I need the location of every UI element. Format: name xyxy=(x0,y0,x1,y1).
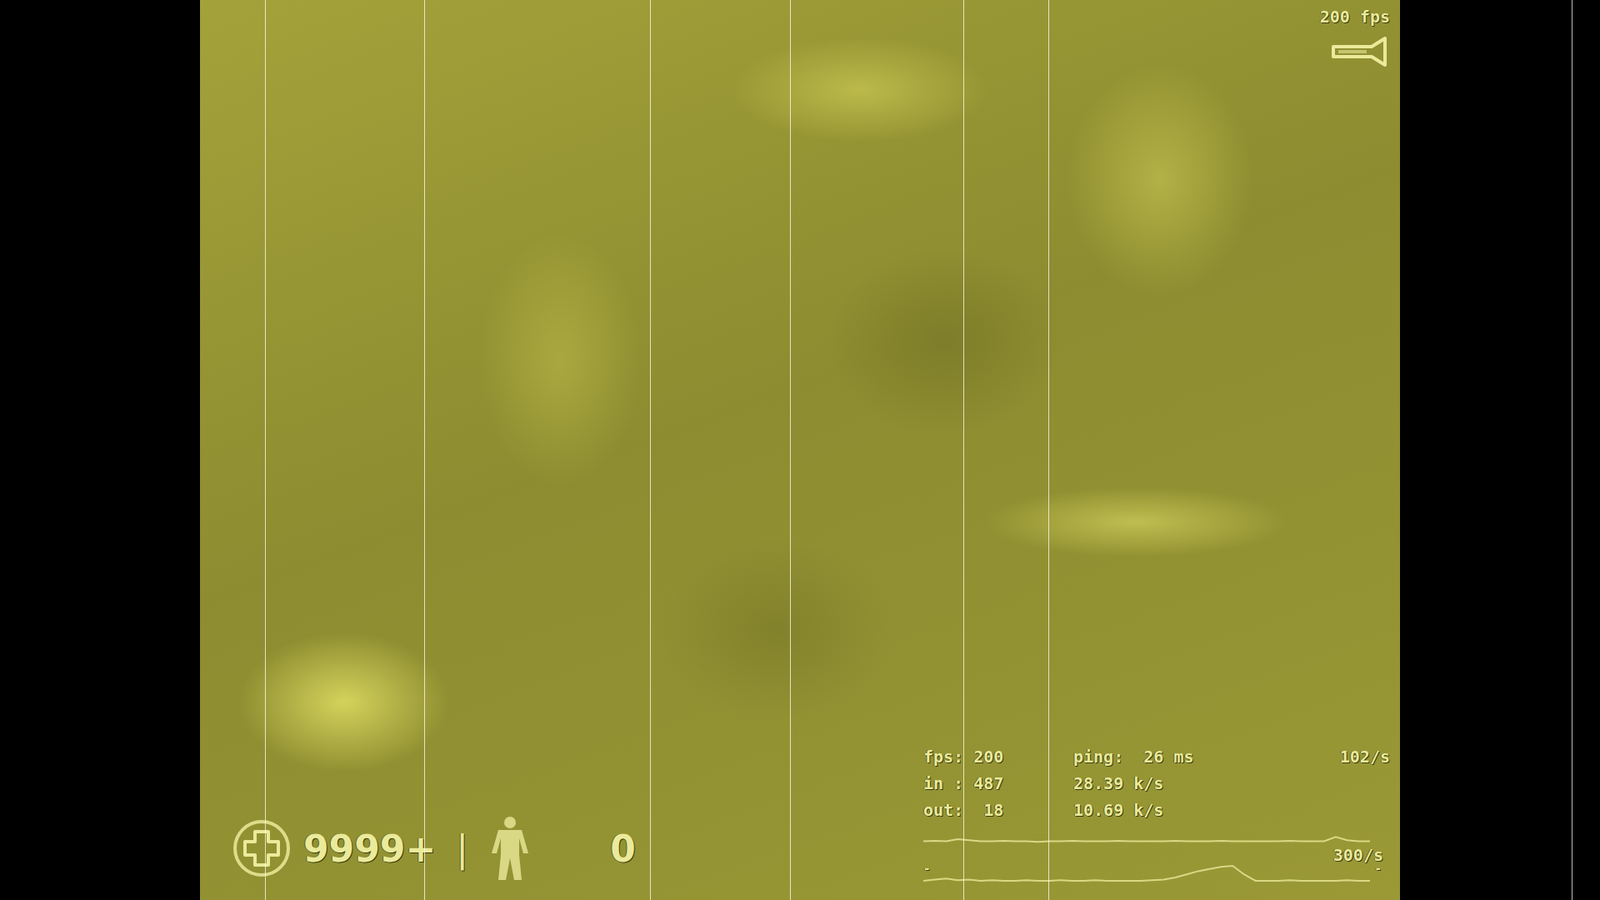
lower-graph-line xyxy=(923,865,1370,881)
net-stat: 102/s xyxy=(1340,746,1390,767)
health-cross-icon xyxy=(231,818,292,879)
net-stat: ping: 26 ms xyxy=(1073,746,1195,767)
status-bar: 9999+ | 0 xyxy=(231,815,644,885)
scan-line xyxy=(1571,0,1573,900)
scan-line xyxy=(790,0,791,900)
weapon-icon xyxy=(1330,35,1390,69)
scan-line xyxy=(650,0,651,900)
upper-graph-line xyxy=(923,836,1370,842)
hud-bottom: 9999+ | 0 fps: 200 ping: 26 ms 102/s in : 487 2… xyxy=(231,746,1390,885)
net-graph: 300/s-- xyxy=(923,831,1387,885)
game-view: 200 fps 9999+ | 0 fps: 200 ping: 26 ms 102/s in… xyxy=(200,0,1400,900)
player-figure-icon xyxy=(488,815,532,882)
net-stats: fps: 200 ping: 26 ms 102/s in : 487 28.39 k/… xyxy=(923,746,1390,820)
game-screen: 200 fps 9999+ | 0 fps: 200 ping: 26 ms 102/s in… xyxy=(0,0,1600,900)
net-panel: fps: 200 ping: 26 ms 102/s in : 487 28.39 k/… xyxy=(923,746,1390,885)
health-value: 9999+ xyxy=(303,827,436,870)
net-stat: out: 18 xyxy=(923,800,1004,820)
scan-line xyxy=(963,0,965,900)
scan-line xyxy=(1048,0,1050,900)
graph-marker: - xyxy=(923,861,930,875)
net-stat: 28.39 k/s xyxy=(1073,773,1164,794)
net-stat: in : 487 xyxy=(923,773,1004,794)
hud-top: 200 fps xyxy=(231,6,1390,69)
net-stat: fps: 200 xyxy=(923,746,1004,767)
net-stat: 10.69 k/s xyxy=(1073,800,1164,820)
hud-separator: | xyxy=(455,827,469,870)
fps-counter: 200 fps xyxy=(1320,6,1390,27)
scan-line xyxy=(265,0,266,900)
graph-marker: - xyxy=(1375,861,1382,875)
armor-value: 0 xyxy=(610,827,644,870)
scan-line xyxy=(424,0,425,900)
hud: 200 fps 9999+ | 0 fps: 200 ping: 26 ms 102/s in… xyxy=(200,0,1400,900)
